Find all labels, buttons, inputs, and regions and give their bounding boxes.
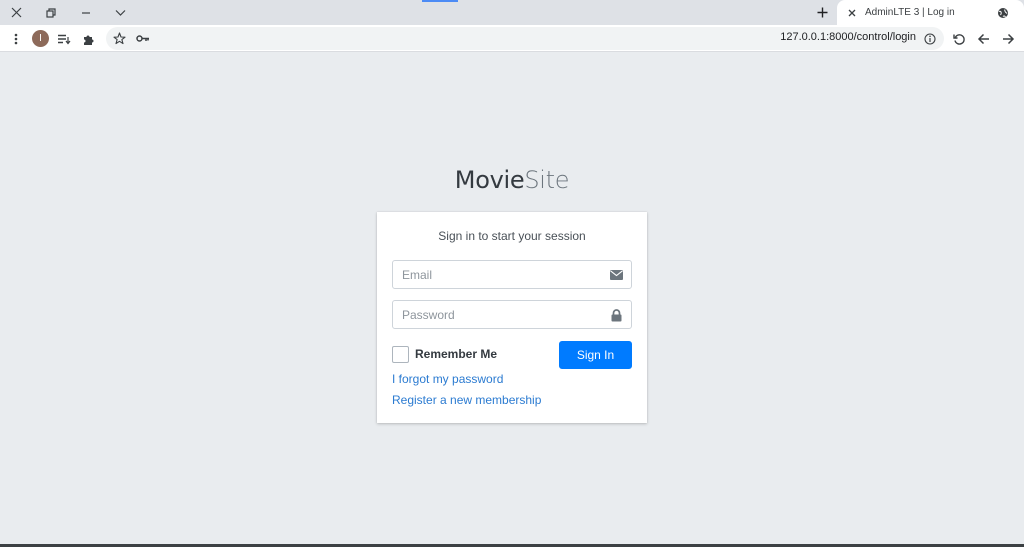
address-bar[interactable]: 127.0.0.1:8000/control/login — [106, 27, 944, 50]
puzzle-icon — [83, 35, 93, 45]
chevron-down-icon — [115, 9, 125, 16]
tab-search-button[interactable] — [106, 0, 134, 25]
tab-strip-indicator — [422, 0, 458, 2]
browser-toolbar: I 127.0.0.1:8000/control/login — [0, 25, 1024, 52]
reload-icon — [952, 33, 965, 45]
star-icon — [112, 31, 126, 44]
arrow-right-icon — [1002, 33, 1014, 45]
profile-avatar[interactable]: I — [32, 30, 49, 47]
tab-close-button[interactable] — [843, 4, 861, 22]
envelope-icon — [609, 268, 623, 282]
window-restore-button[interactable] — [37, 0, 65, 25]
remember-me-label[interactable]: Remember Me — [415, 347, 497, 361]
browser-tab-active[interactable]: AdminLTE 3 | Log in — [837, 0, 1024, 25]
site-logo[interactable]: MovieSite — [0, 166, 1024, 194]
password-input-group — [392, 300, 632, 329]
minimize-icon — [82, 11, 90, 14]
browser-tab-bar: AdminLTE 3 | Log in — [0, 0, 1024, 25]
url-text[interactable]: 127.0.0.1:8000/control/login — [780, 31, 916, 43]
window-close-button[interactable] — [2, 0, 30, 25]
logo-light-text: Site — [524, 166, 570, 194]
reading-list-button[interactable] — [53, 28, 75, 50]
remember-me-row[interactable]: Remember Me — [392, 345, 497, 363]
reload-button[interactable] — [948, 28, 970, 50]
site-info-button[interactable] — [921, 30, 938, 47]
sign-in-button[interactable]: Sign In — [559, 341, 632, 369]
email-input-group — [392, 260, 632, 289]
window-minimize-button[interactable] — [72, 0, 100, 25]
key-icon — [136, 34, 149, 42]
kebab-menu-icon — [14, 33, 18, 45]
browser-menu-button[interactable] — [5, 28, 27, 50]
new-tab-button[interactable] — [810, 0, 834, 25]
login-card: Sign in to start your session Remember M… — [377, 212, 647, 423]
bookmark-button[interactable] — [108, 27, 130, 49]
forward-button[interactable] — [997, 28, 1019, 50]
email-input[interactable] — [393, 261, 593, 288]
lock-icon — [609, 308, 623, 322]
forgot-password-link[interactable]: I forgot my password — [392, 372, 503, 386]
tab-favicon — [994, 4, 1012, 22]
globe-icon — [998, 7, 1008, 18]
reading-list-icon — [58, 34, 71, 44]
back-button[interactable] — [972, 28, 994, 50]
close-icon — [11, 7, 21, 18]
password-manager-button[interactable] — [132, 27, 154, 49]
password-input[interactable] — [393, 301, 593, 328]
extensions-button[interactable] — [77, 28, 99, 50]
close-icon — [848, 9, 856, 16]
register-membership-link[interactable]: Register a new membership — [392, 393, 541, 407]
arrow-left-icon — [977, 33, 989, 45]
remember-me-checkbox[interactable] — [392, 345, 409, 363]
plus-icon — [817, 7, 827, 18]
login-box-message: Sign in to start your session — [438, 229, 586, 243]
info-icon — [923, 32, 936, 45]
restore-icon — [46, 7, 56, 18]
logo-bold-text: Movie — [454, 166, 525, 194]
tab-title: AdminLTE 3 | Log in — [865, 7, 955, 18]
